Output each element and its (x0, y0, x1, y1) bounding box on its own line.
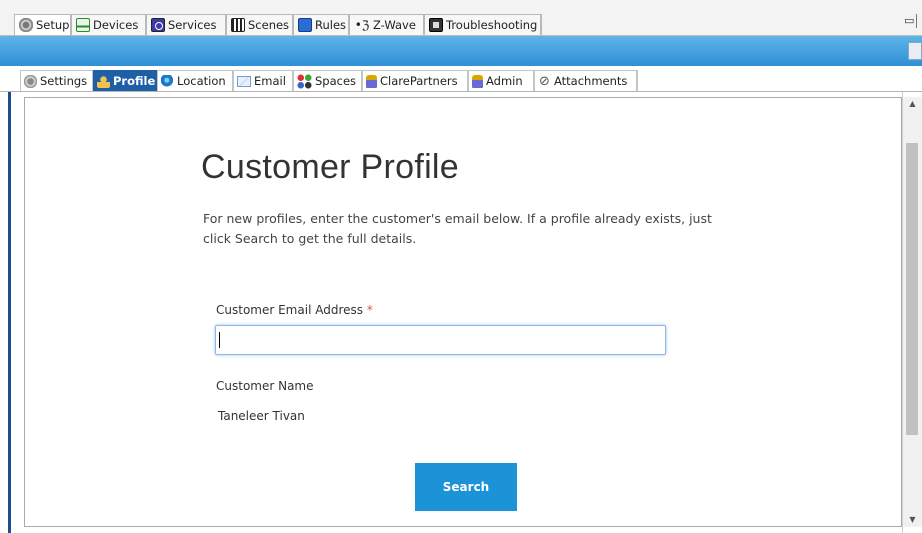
page-description: For new profiles, enter the customer's e… (203, 211, 712, 246)
subtab-divider (637, 70, 638, 91)
scenes-icon (231, 18, 245, 32)
subtab-attachments-label: Attachments (554, 74, 628, 88)
subtab-clarepartners-label: ClarePartners (380, 74, 458, 88)
frame-left-border (8, 92, 11, 533)
tab-scenes-label: Scenes (248, 18, 290, 32)
email-label: Customer Email Address * (216, 303, 373, 317)
page-title: Customer Profile (201, 148, 459, 186)
profile-icon (97, 74, 110, 88)
tab-zwave[interactable]: •ℨ Z-Wave (349, 14, 424, 35)
tab-zwave-label: Z-Wave (373, 18, 416, 32)
troubleshooting-icon (429, 18, 443, 32)
admin-person-icon (472, 74, 483, 88)
scroll-down-icon[interactable]: ▼ (903, 513, 922, 527)
scrollbar-thumb[interactable] (906, 143, 918, 435)
tab-scenes[interactable]: Scenes (226, 14, 293, 35)
envelope-icon (237, 75, 251, 87)
required-marker: * (366, 303, 373, 317)
subtab-spaces-label: Spaces (315, 74, 357, 88)
settings-icon (24, 74, 37, 88)
sub-tab-bar: Settings Profile Location Email Spaces C… (0, 68, 922, 92)
subtab-location-label: Location (177, 74, 226, 88)
tab-bar-divider (541, 14, 542, 35)
main-tab-bar: Setup Devices Services Scenes Rules •ℨ Z… (0, 12, 922, 36)
devices-icon (76, 18, 90, 32)
subtab-settings-label: Settings (40, 74, 88, 88)
subtab-attachments[interactable]: ⊘ Attachments (534, 70, 637, 91)
subtab-email-label: Email (254, 74, 286, 88)
tab-services[interactable]: Services (146, 14, 226, 35)
blue-header-band (0, 36, 922, 66)
text-caret (219, 332, 220, 348)
customer-name-label: Customer Name (216, 379, 314, 393)
subtab-clarepartners[interactable]: ClarePartners (362, 70, 468, 91)
subtab-admin[interactable]: Admin (468, 70, 534, 91)
setup-gear-icon (19, 18, 33, 32)
rules-icon (298, 18, 312, 32)
search-button[interactable]: Search (415, 463, 517, 511)
scroll-up-icon[interactable]: ▲ (903, 97, 922, 111)
vertical-scrollbar[interactable]: ▲ ▼ (903, 97, 922, 527)
top-band (0, 0, 922, 12)
customer-name-value: Taneleer Tivan (218, 409, 305, 423)
subtab-email[interactable]: Email (233, 70, 293, 91)
tab-rules-label: Rules (315, 18, 347, 32)
tab-rules[interactable]: Rules (293, 14, 349, 35)
zwave-icon: •ℨ (354, 18, 370, 32)
profile-panel: Customer Profile For new profiles, enter… (24, 97, 902, 527)
globe-icon (161, 74, 174, 88)
tab-troubleshooting-label: Troubleshooting (446, 18, 538, 32)
tab-devices-label: Devices (93, 18, 139, 32)
subtab-profile[interactable]: Profile (93, 70, 157, 91)
spaces-icon (297, 73, 312, 89)
subtab-profile-label: Profile (113, 74, 156, 88)
tab-services-label: Services (168, 18, 217, 32)
minimize-icon[interactable]: ▭ (904, 14, 914, 27)
subtab-spaces[interactable]: Spaces (293, 70, 362, 91)
paperclip-icon: ⊘ (539, 73, 550, 89)
partner-person-icon (366, 74, 377, 88)
window-edge (916, 14, 922, 28)
subtab-settings[interactable]: Settings (20, 70, 93, 91)
tab-setup[interactable]: Setup (14, 14, 71, 35)
email-input[interactable] (215, 325, 666, 355)
services-icon (151, 18, 165, 32)
panel-toggle-button[interactable] (908, 42, 922, 60)
tab-troubleshooting[interactable]: Troubleshooting (424, 14, 541, 35)
tab-devices[interactable]: Devices (71, 14, 146, 35)
subtab-admin-label: Admin (486, 74, 523, 88)
email-label-text: Customer Email Address (216, 303, 363, 317)
subtab-location[interactable]: Location (157, 70, 233, 91)
tab-setup-label: Setup (36, 18, 70, 32)
